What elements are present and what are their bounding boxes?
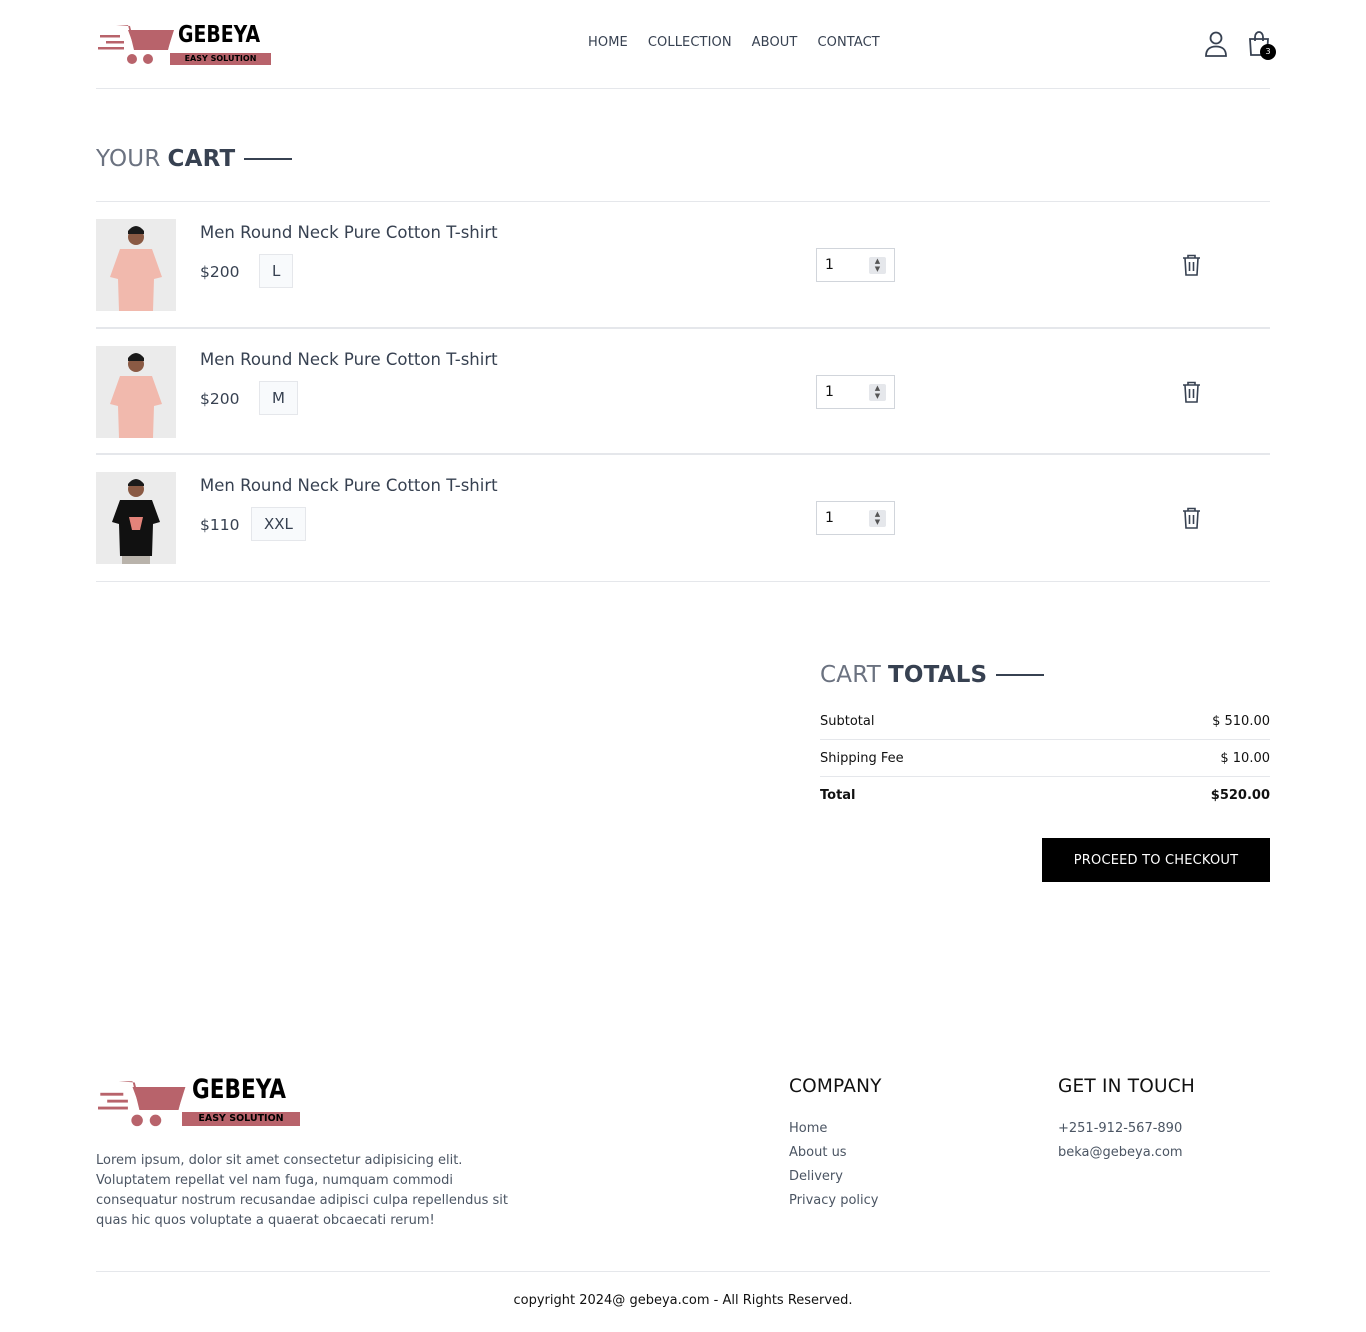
cart-item: Men Round Neck Pure Cotton T-shirt $200 … (96, 329, 1270, 455)
footer-contact-title: GET IN TOUCH (1058, 1076, 1196, 1097)
cart-title-strong: CART (167, 146, 236, 172)
quantity-input[interactable]: 1 ▲ ▼ (816, 374, 895, 409)
brand-logo[interactable]: GEBEYA EASY SOLUTION (98, 18, 273, 68)
totals-title-strong: TOTALS (887, 662, 988, 688)
total-label: Total (820, 788, 856, 803)
cart-item: Men Round Neck Pure Cotton T-shirt $200 … (96, 202, 1270, 329)
shipping-label: Shipping Fee (820, 751, 904, 766)
cart-title: YOUR CART (96, 146, 293, 172)
product-name: Men Round Neck Pure Cotton T-shirt (200, 476, 498, 495)
total-row: Total $520.00 (820, 777, 1270, 814)
footer-link-delivery[interactable]: Delivery (789, 1168, 882, 1186)
quantity-spinner-icon[interactable]: ▲ ▼ (869, 257, 886, 274)
footer-contact: GET IN TOUCH +251-912-567-890 beka@gebey… (1058, 1076, 1195, 1168)
quantity-input[interactable]: 1 ▲ ▼ (816, 248, 895, 282)
product-name: Men Round Neck Pure Cotton T-shirt (200, 223, 498, 242)
footer-link-privacy[interactable]: Privacy policy (789, 1192, 882, 1210)
brand-name: GEBEYA (178, 22, 261, 48)
shipping-row: Shipping Fee $ 10.00 (820, 740, 1270, 777)
footer-company-title: COMPANY (789, 1076, 882, 1097)
footer-company: COMPANY Home About us Delivery Privacy p… (789, 1076, 882, 1216)
cart-logo-icon (98, 1081, 186, 1127)
totals-title-light: CART (820, 662, 881, 688)
subtotal-value: $ 510.00 (1212, 714, 1270, 729)
cart-logo-icon (98, 25, 174, 64)
subtotal-row: Subtotal $ 510.00 (820, 703, 1270, 740)
delete-icon[interactable] (1182, 381, 1201, 407)
footer-link-home[interactable]: Home (789, 1120, 882, 1138)
title-divider (996, 674, 1045, 676)
copyright-text: copyright 2024@ gebeya.com - All Rights … (513, 1293, 853, 1308)
delete-icon[interactable] (1182, 254, 1201, 280)
footer-brand-logo[interactable]: GEBEYA EASY SOLUTION (98, 1070, 303, 1130)
product-image (96, 472, 176, 564)
cart-item: Men Round Neck Pure Cotton T-shirt $110 … (96, 455, 1270, 582)
footer-divider (96, 1271, 1270, 1272)
quantity-spinner-icon[interactable]: ▲ ▼ (869, 510, 886, 527)
product-price: $110 (200, 516, 240, 534)
quantity-value: 1 (825, 257, 834, 273)
product-price: $200 (200, 263, 240, 281)
product-size: XXL (251, 507, 306, 541)
shipping-value: $ 10.00 (1220, 751, 1270, 766)
quantity-input[interactable]: 1 ▲ ▼ (816, 501, 895, 535)
footer-email[interactable]: beka@gebeya.com (1058, 1144, 1195, 1162)
totals-title: CART TOTALS (820, 662, 1045, 688)
product-name: Men Round Neck Pure Cotton T-shirt (200, 349, 498, 369)
cart-totals: Subtotal $ 510.00 Shipping Fee $ 10.00 T… (820, 703, 1270, 814)
profile-icon[interactable] (1204, 30, 1228, 62)
brand-tagline: EASY SOLUTION (170, 53, 271, 65)
subtotal-label: Subtotal (820, 714, 875, 729)
product-image (96, 345, 176, 438)
cart-items-list: Men Round Neck Pure Cotton T-shirt $200 … (96, 201, 1270, 582)
brand-tagline: EASY SOLUTION (182, 1112, 300, 1126)
cart-count-badge: 3 (1260, 44, 1276, 60)
product-price: $200 (200, 389, 240, 408)
product-size: M (259, 380, 298, 415)
footer-about-text: Lorem ipsum, dolor sit amet consectetur … (96, 1153, 508, 1228)
nav-about[interactable]: ABOUT (752, 35, 798, 50)
cart-title-light: YOUR (96, 146, 161, 172)
delete-icon[interactable] (1182, 507, 1201, 533)
quantity-value: 1 (825, 510, 834, 526)
title-divider (244, 158, 293, 160)
cart-icon[interactable]: 3 (1248, 30, 1276, 62)
quantity-value: 1 (825, 383, 834, 400)
total-value: $520.00 (1210, 788, 1270, 803)
nav-collection[interactable]: COLLECTION (648, 35, 732, 50)
product-size: L (259, 254, 294, 288)
quantity-spinner-icon[interactable]: ▲ ▼ (869, 383, 886, 401)
brand-name: GEBEYA (192, 1074, 286, 1105)
footer-phone: +251-912-567-890 (1058, 1121, 1183, 1136)
nav-contact[interactable]: CONTACT (817, 35, 879, 50)
main-nav: HOME COLLECTION ABOUT CONTACT (588, 35, 880, 50)
footer-link-about[interactable]: About us (789, 1144, 882, 1162)
nav-home[interactable]: HOME (588, 35, 628, 50)
product-image (96, 219, 176, 311)
proceed-to-checkout-button[interactable]: PROCEED TO CHECKOUT (1042, 838, 1270, 882)
site-header: GEBEYA EASY SOLUTION HOME COLLECTION ABO… (96, 0, 1276, 89)
